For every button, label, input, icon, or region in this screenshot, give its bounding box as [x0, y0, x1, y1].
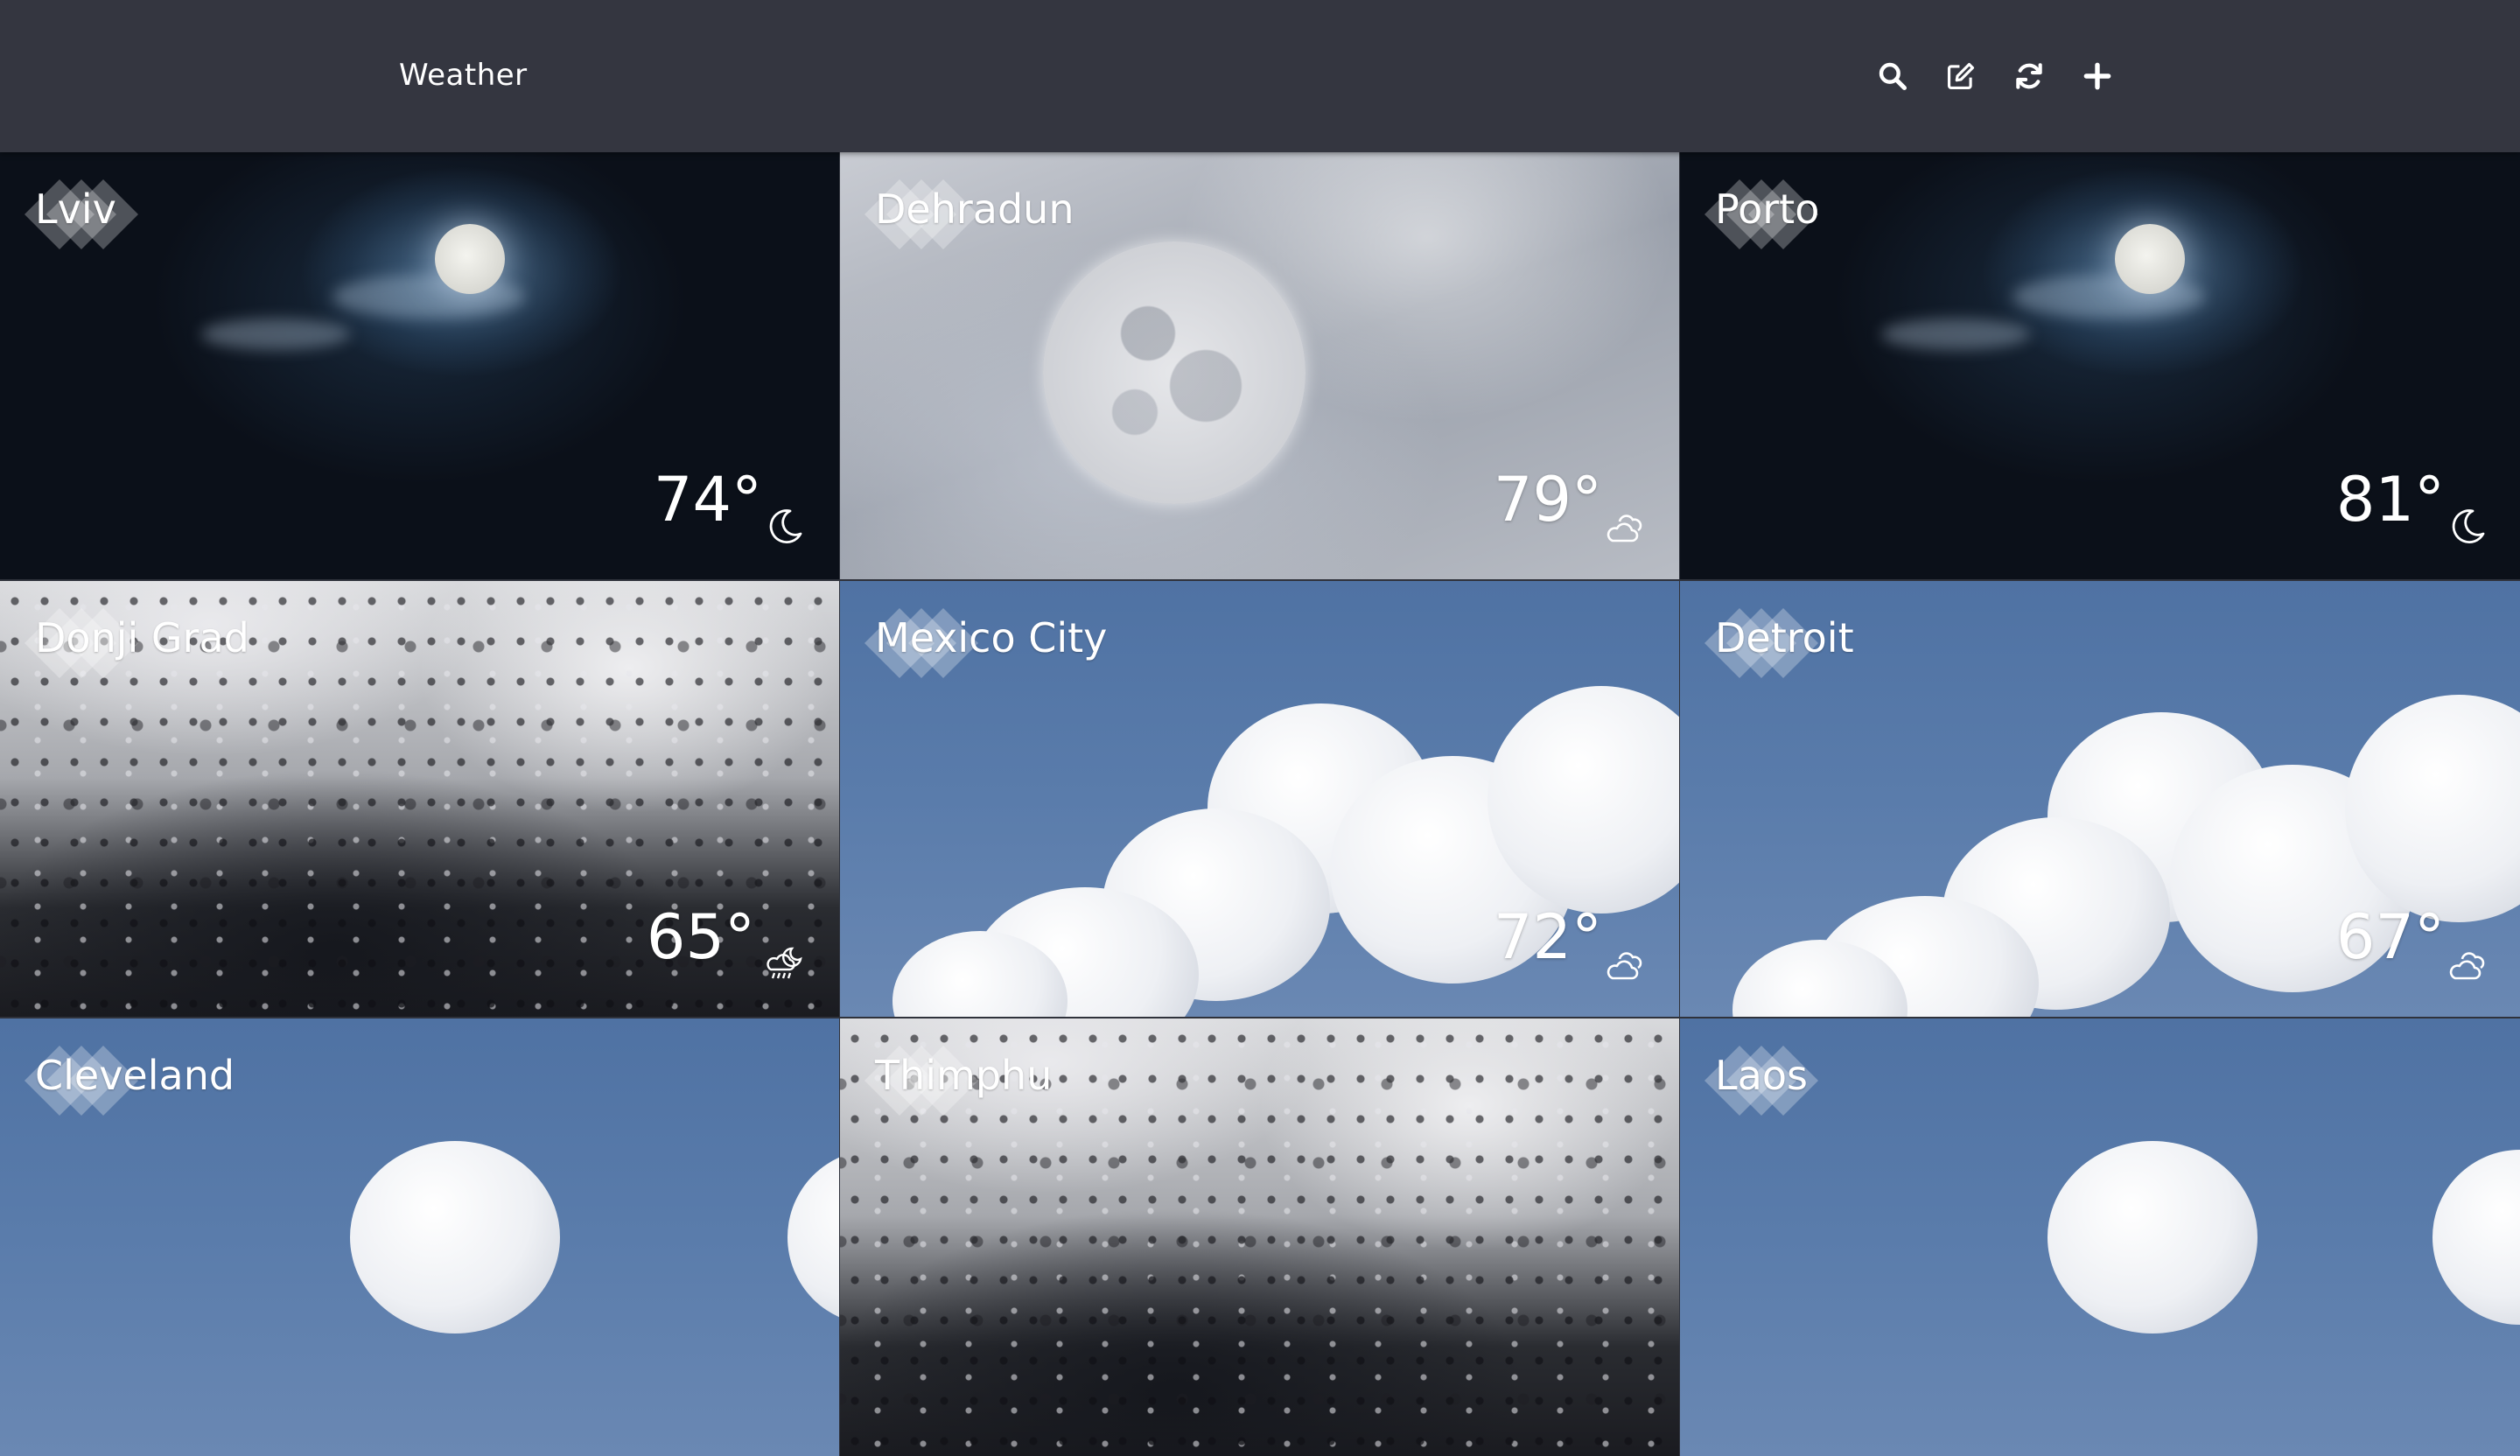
city-name: Cleveland: [35, 1052, 235, 1099]
moon-image: [435, 224, 505, 294]
city-card-cleveland[interactable]: Cleveland: [0, 1018, 839, 1456]
city-grid: Lviv 74° Dehradun 79° Porto 81° Donji Gr…: [0, 152, 2520, 1456]
edit-button[interactable]: [1941, 56, 1981, 96]
city-card-mexico-city[interactable]: Mexico City 72°: [840, 581, 1679, 1017]
temperature: 74°: [653, 464, 762, 536]
app-title: Weather: [399, 58, 528, 93]
cloud-icon: [2449, 952, 2485, 980]
city-card-detroit[interactable]: Detroit 67°: [1680, 581, 2520, 1017]
city-card-dehradun[interactable]: Dehradun 79°: [840, 152, 1679, 579]
temperature: 79°: [1493, 464, 1602, 536]
city-card-donji-grad[interactable]: Donji Grad 65°: [0, 581, 839, 1017]
city-name: Porto: [1715, 186, 1820, 233]
city-name: Thimphu: [875, 1052, 1053, 1099]
city-card-laos[interactable]: Laos: [1680, 1018, 2520, 1456]
cloud-icon: [1606, 514, 1642, 542]
moon-image: [1043, 242, 1306, 504]
moon-icon: [769, 509, 802, 543]
city-name: Dehradun: [875, 186, 1074, 233]
city-card-porto[interactable]: Porto 81°: [1680, 152, 2520, 579]
edit-icon: [1947, 62, 1975, 90]
city-card-thimphu[interactable]: Thimphu: [840, 1018, 1679, 1456]
city-name: Lviv: [35, 186, 116, 233]
search-button[interactable]: [1872, 56, 1913, 96]
search-icon: [1879, 62, 1907, 90]
cloud-icon: [1606, 952, 1642, 980]
plus-icon: [2083, 62, 2111, 90]
app-header: Weather: [0, 0, 2520, 152]
refresh-icon: [2016, 63, 2042, 89]
moon-image: [2115, 224, 2185, 294]
city-name: Detroit: [1715, 614, 1854, 662]
city-card-lviv[interactable]: Lviv 74°: [0, 152, 839, 579]
city-name: Mexico City: [875, 614, 1108, 662]
refresh-button[interactable]: [2009, 56, 2049, 96]
temperature: 67°: [2335, 901, 2445, 973]
toolbar: [1872, 56, 2118, 96]
temperature: 81°: [2335, 464, 2445, 536]
moon-icon: [2452, 509, 2485, 543]
night-rain-icon: [766, 947, 802, 979]
add-button[interactable]: [2077, 56, 2118, 96]
temperature: 65°: [646, 901, 755, 973]
city-name: Donji Grad: [35, 614, 249, 662]
temperature: 72°: [1493, 901, 1602, 973]
city-name: Laos: [1715, 1052, 1808, 1099]
